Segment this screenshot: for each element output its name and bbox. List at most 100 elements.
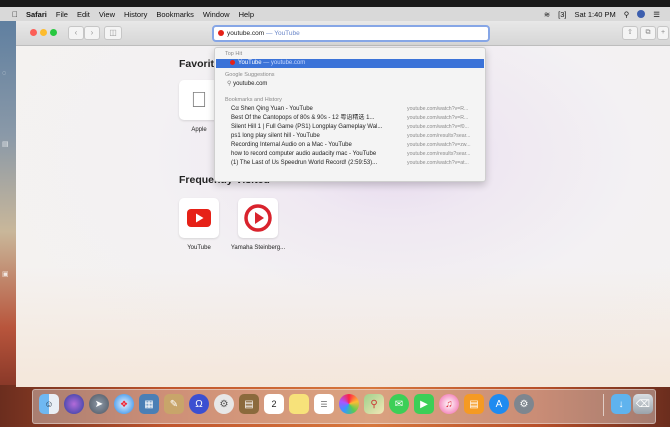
menu-view[interactable]: View <box>99 10 115 19</box>
forward-button[interactable]: › <box>84 26 100 40</box>
history-row[interactable]: Silent Hill 1 | Full Game (PS1) Longplay… <box>231 123 483 131</box>
notes-icon[interactable]: ▤ <box>239 394 259 414</box>
history-row[interactable]: Best Of the Cantopops of 80s & 90s - 12 … <box>231 114 483 122</box>
dock-separator <box>603 394 604 416</box>
scripting-icon[interactable]: ✎ <box>164 394 184 414</box>
history-url: youtube.com/watch?v=f0... <box>407 124 469 130</box>
history-title: how to record computer audio audacity ma… <box>231 151 377 157</box>
address-bar[interactable]: youtube.com — YouTube <box>212 25 490 42</box>
maps-icon[interactable]: ⚲ <box>364 394 384 414</box>
ibooks-icon[interactable]: ▤ <box>464 394 484 414</box>
launchpad-icon[interactable]: ➤ <box>89 394 109 414</box>
menu-clock[interactable]: Sat 1:40 PM <box>574 10 615 19</box>
spotlight-icon[interactable]: ⚲ <box>624 10 630 19</box>
top-hit-header: Top Hit <box>225 51 243 57</box>
finder-icon[interactable]: ☺ <box>39 394 59 414</box>
frequent-label-youtube: YouTube <box>187 245 211 251</box>
photo-viewer-icon[interactable]: ▦ <box>139 394 159 414</box>
menu-bar:  Safari File Edit View History Bookmark… <box>0 7 670 21</box>
history-title: Best Of the Cantopops of 80s & 90s - 12 … <box>231 115 375 121</box>
share-icon[interactable]: ⇧ <box>622 26 638 40</box>
dock: ☺ ➤ ❖ ▦ ✎ Ω ⚙ ▤ 2 ☰ ⚲ ✉ ▶ ♫ ▤ A ⚙ ↓ ⌫ <box>32 389 656 424</box>
frequent-label-steinberg: Yamaha Steinberg... <box>230 245 286 251</box>
minimize-window-button[interactable] <box>40 29 47 36</box>
top-hit-title: YouTube <box>238 60 262 66</box>
sidebar-toggle-icon[interactable]: ◫ <box>104 26 122 40</box>
apple-icon:  <box>191 87 208 113</box>
steinberg-icon <box>244 204 272 232</box>
history-url: youtube.com/watch?v=R... <box>407 106 469 112</box>
stickies-icon[interactable] <box>289 394 309 414</box>
history-title: ps1 long play silent hill - YouTube <box>231 133 320 139</box>
top-hit-url: — youtube.com <box>261 60 306 66</box>
history-title: Recording Internal Audio on a Mac - YouT… <box>231 142 352 148</box>
address-bar-autocomplete-hint: — YouTube <box>264 30 300 37</box>
menu-help[interactable]: Help <box>239 10 254 19</box>
top-hit-row[interactable]: YouTube — youtube.com <box>216 59 484 68</box>
calendar-icon[interactable]: 2 <box>264 394 284 414</box>
history-url: youtube.com/results?sear... <box>407 133 471 139</box>
google-suggestions-header: Google Suggestions <box>225 72 275 78</box>
address-bar-text: youtube.com <box>227 30 265 37</box>
headphones-icon[interactable]: Ω <box>189 394 209 414</box>
history-url: youtube.com/watch?v=zw... <box>407 142 471 148</box>
youtube-icon <box>187 209 211 227</box>
zoom-window-button[interactable] <box>50 29 57 36</box>
siri-icon[interactable] <box>64 394 84 414</box>
reminders-icon[interactable]: ☰ <box>314 394 334 414</box>
battery-status[interactable]: [3] <box>558 10 566 19</box>
history-title: (1) The Last of Us Speedrun World Record… <box>231 160 378 166</box>
history-title: Cα Shen Qing Yuan - YouTube <box>231 106 313 112</box>
search-icon: ⚲ <box>227 81 232 87</box>
history-row[interactable]: (1) The Last of Us Speedrun World Record… <box>231 159 483 167</box>
notification-center-icon[interactable]: ☰ <box>653 10 660 19</box>
desktop-icon[interactable]: ▣ <box>2 270 9 278</box>
trash-icon[interactable]: ⌫ <box>633 394 653 414</box>
history-row[interactable]: how to record computer audio audacity ma… <box>231 150 483 158</box>
new-tab-button[interactable]: + <box>657 26 669 40</box>
facetime-icon[interactable]: ▶ <box>414 394 434 414</box>
apple-menu-icon[interactable]:  <box>12 10 18 19</box>
close-window-button[interactable] <box>30 29 37 36</box>
user-avatar-icon[interactable] <box>637 10 646 18</box>
history-url: youtube.com/results?sear... <box>407 151 471 157</box>
downloads-folder-icon[interactable]: ↓ <box>611 394 631 414</box>
history-url: youtube.com/watch?v=at... <box>407 160 469 166</box>
google-suggestion-text: youtube.com <box>233 81 268 87</box>
photos-icon[interactable] <box>339 394 359 414</box>
menu-bookmarks[interactable]: Bookmarks <box>156 10 194 19</box>
calendar-day: 2 <box>271 399 277 409</box>
wifi-icon[interactable]: ≋ <box>544 10 550 19</box>
messages-icon[interactable]: ✉ <box>389 394 409 414</box>
menu-extras: ≋ [3] Sat 1:40 PM ⚲ ☰ <box>544 10 660 19</box>
safari-icon[interactable]: ❖ <box>114 394 134 414</box>
menu-window[interactable]: Window <box>203 10 230 19</box>
start-page-gradient <box>16 267 670 387</box>
toolbar: ‹ › ◫ youtube.com — YouTube ⇧ ⧉ + <box>16 21 670 46</box>
back-button[interactable]: ‹ <box>68 26 84 40</box>
history-row[interactable]: Cα Shen Qing Yuan - YouTube youtube.com/… <box>231 105 483 113</box>
app-store-icon[interactable]: A <box>489 394 509 414</box>
google-suggestion: ⚲ youtube.com <box>227 80 397 88</box>
desktop-wallpaper-left: ◌ ▤ ▣ <box>0 20 16 405</box>
itunes-icon[interactable]: ♫ <box>439 394 459 414</box>
google-suggestion-row[interactable]: ⚲ youtube.com <box>227 80 479 88</box>
menu-app-name[interactable]: Safari <box>26 10 47 19</box>
history-row[interactable]: ps1 long play silent hill - YouTube yout… <box>231 132 483 140</box>
youtube-favicon-icon <box>230 59 235 65</box>
frequent-tile-youtube[interactable] <box>179 198 219 238</box>
desktop-icon[interactable]: ▤ <box>2 140 9 148</box>
tabs-overview-icon[interactable]: ⧉ <box>640 26 656 40</box>
system-preferences-icon[interactable]: ⚙ <box>514 394 534 414</box>
frequent-tile-steinberg[interactable] <box>238 198 278 238</box>
desktop-icon[interactable]: ◌ <box>2 70 6 77</box>
settings-app-icon[interactable]: ⚙ <box>214 394 234 414</box>
history-title: Silent Hill 1 | Full Game (PS1) Longplay… <box>231 124 383 130</box>
youtube-favicon-icon <box>218 30 224 37</box>
favorite-tile-apple[interactable]:  <box>179 80 219 120</box>
menu-history[interactable]: History <box>124 10 147 19</box>
history-row[interactable]: Recording Internal Audio on a Mac - YouT… <box>231 141 483 149</box>
bookmarks-history-header: Bookmarks and History <box>225 97 282 103</box>
menu-file[interactable]: File <box>56 10 68 19</box>
menu-edit[interactable]: Edit <box>77 10 90 19</box>
